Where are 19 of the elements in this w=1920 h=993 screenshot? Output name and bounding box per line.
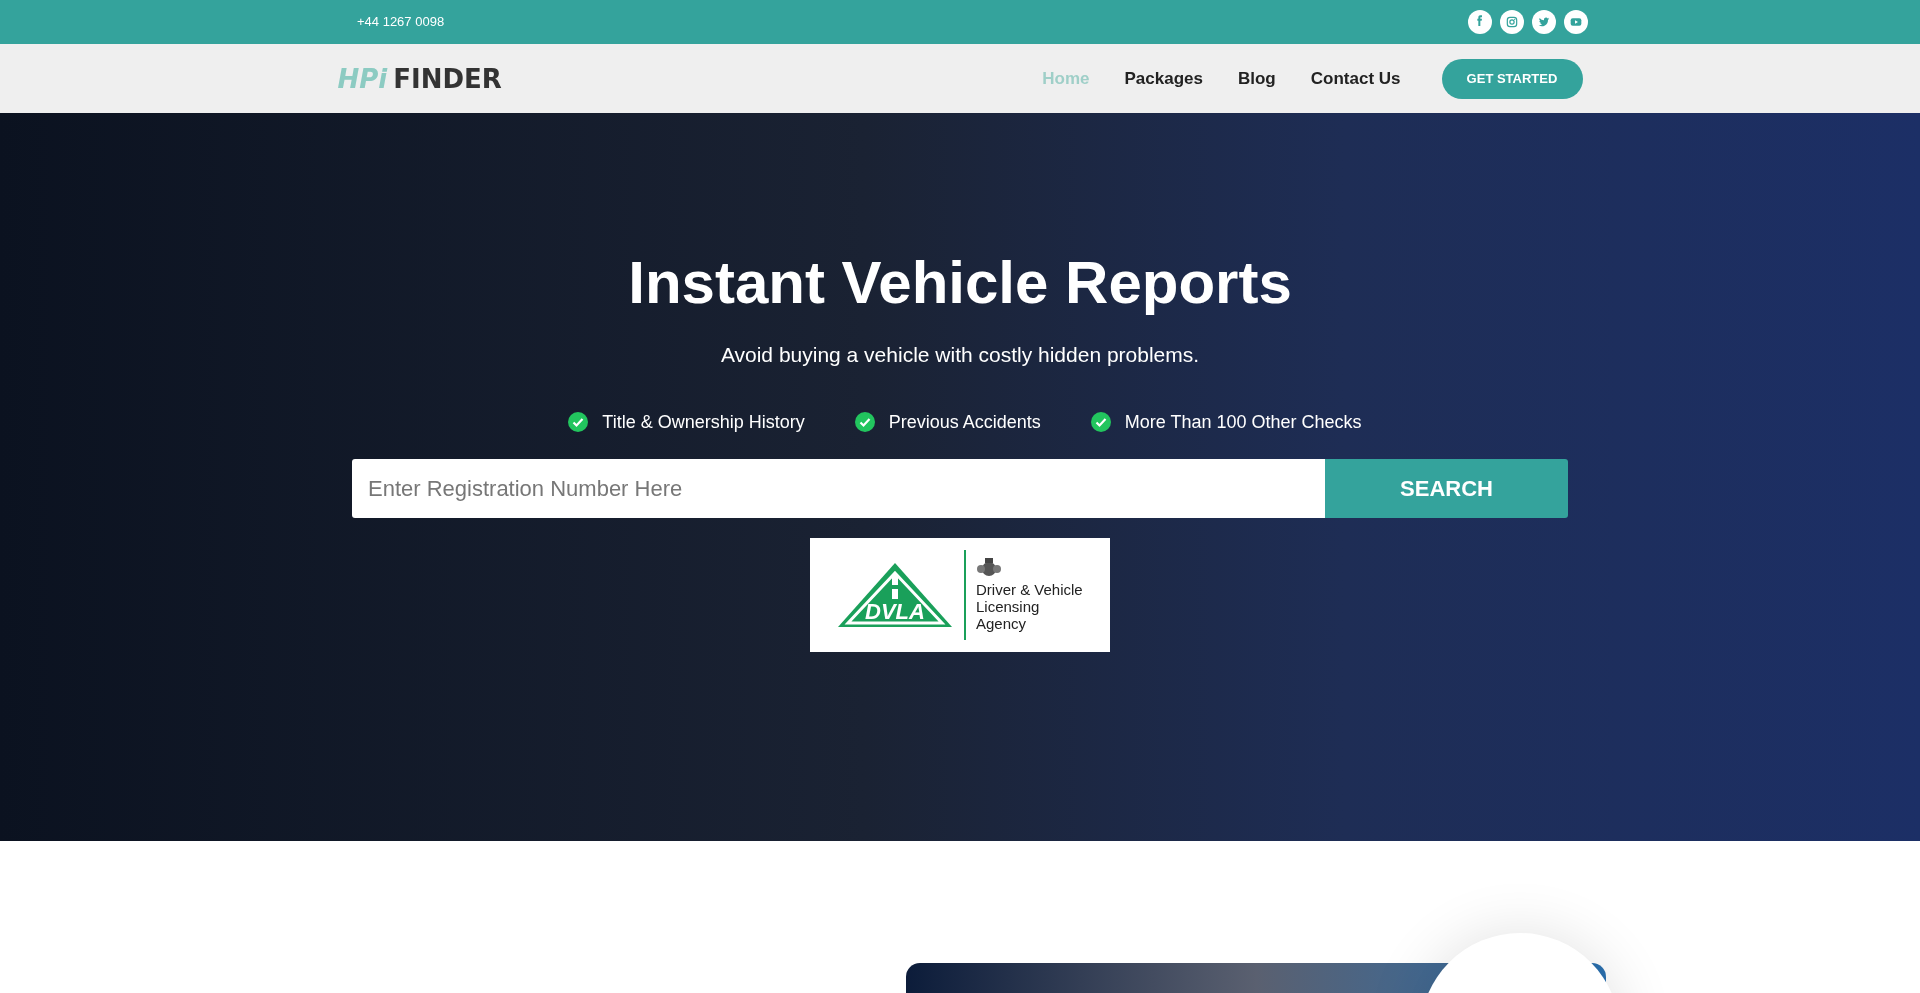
nav-link[interactable]: Blog — [1238, 65, 1276, 92]
check-circle-icon — [1090, 412, 1111, 432]
check-circle-icon — [854, 412, 875, 432]
youtube-icon[interactable] — [1564, 10, 1588, 34]
registration-input[interactable]: Enter Registration Number Here — [352, 458, 1325, 518]
instagram-icon[interactable] — [1500, 10, 1524, 34]
agency-name: Driver & Vehicle Licensing Agency — [976, 581, 1083, 632]
hero-title: Instant Vehicle Reports — [628, 253, 1292, 313]
check-circle-icon — [568, 412, 589, 432]
nav-link[interactable]: Contact Us — [1310, 65, 1401, 92]
nav-link[interactable]: Packages — [1124, 65, 1203, 92]
phone-number: +44 1267 0098 — [357, 13, 445, 32]
feature-text: Previous Accidents — [888, 410, 1041, 434]
hero-subtitle: Avoid buying a vehicle with costly hidden problems. — [720, 342, 1200, 368]
feature-text: More Than 100 Other Checks — [1124, 410, 1362, 434]
feature-text: Title & Ownership History — [602, 410, 805, 434]
logo[interactable]: HPi FINDER — [337, 65, 502, 92]
facebook-icon[interactable] — [1468, 10, 1492, 34]
twitter-icon[interactable] — [1532, 10, 1556, 34]
